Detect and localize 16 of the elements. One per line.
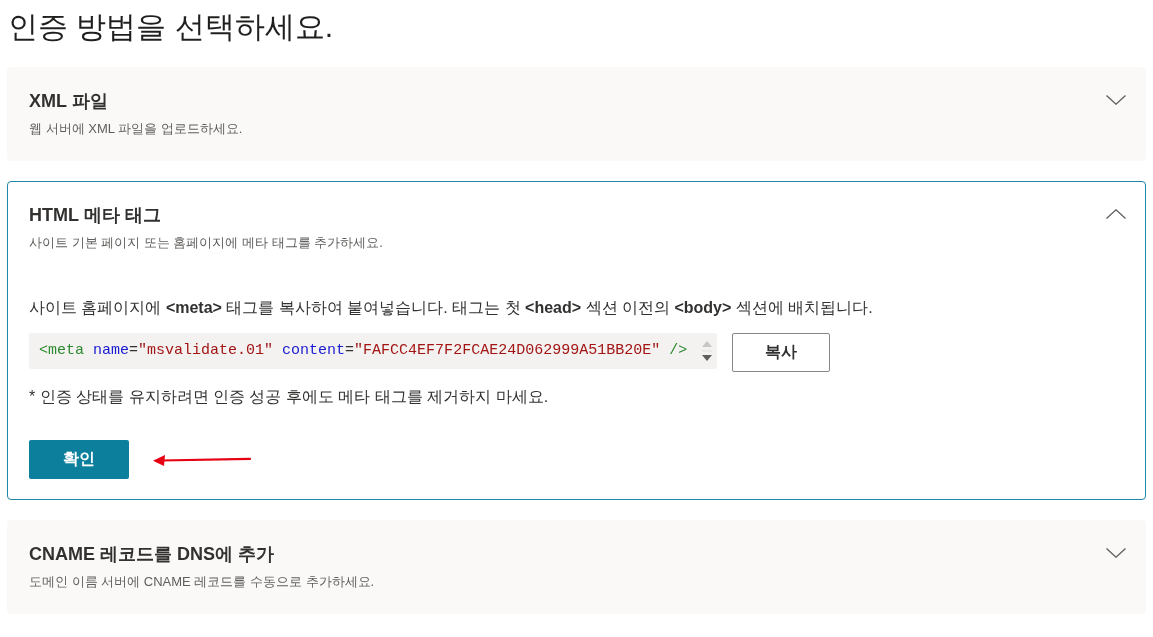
verify-button[interactable]: 확인 — [29, 440, 129, 479]
page-title: 인증 방법을 선택하세요. — [8, 9, 333, 45]
instruction-text: 사이트 홈페이지에 <meta> 태그를 복사하여 붙여넣습니다. 태그는 첫 <head> 섹션 이전의 <body> 섹션에 배치됩니다. — [29, 298, 873, 318]
method-title: HTML 메타 태그 — [29, 204, 161, 227]
note-text: * 인증 상태를 유지하려면 인증 성공 후에도 메타 태그를 제거하지 마세요. — [29, 387, 549, 407]
code-field[interactable]: <meta name="msvalidate.01" content="FAFCC4EF7F2FCAE24D062999A51BB20E" /> — [29, 333, 717, 369]
chevron-down-icon[interactable] — [1106, 548, 1126, 558]
chevron-down-icon[interactable] — [1106, 95, 1126, 105]
method-description: 웹 서버에 XML 파일을 업로드하세요. — [29, 120, 243, 138]
method-title: XML 파일 — [29, 90, 108, 113]
chevron-up-icon[interactable] — [1106, 209, 1126, 219]
meta-tag-code: <meta name="msvalidate.01" content="FAFCC4EF7F2FCAE24D062999A51BB20E" /> — [39, 341, 688, 361]
method-description: 도메인 이름 서버에 CNAME 레코드를 수동으로 추가하세요. — [29, 573, 375, 591]
method-title: CNAME 레코드를 DNS에 추가 — [29, 543, 274, 566]
method-description: 사이트 기본 페이지 또는 홈페이지에 메타 태그를 추가하세요. — [29, 234, 383, 252]
copy-button[interactable]: 복사 — [732, 333, 830, 372]
